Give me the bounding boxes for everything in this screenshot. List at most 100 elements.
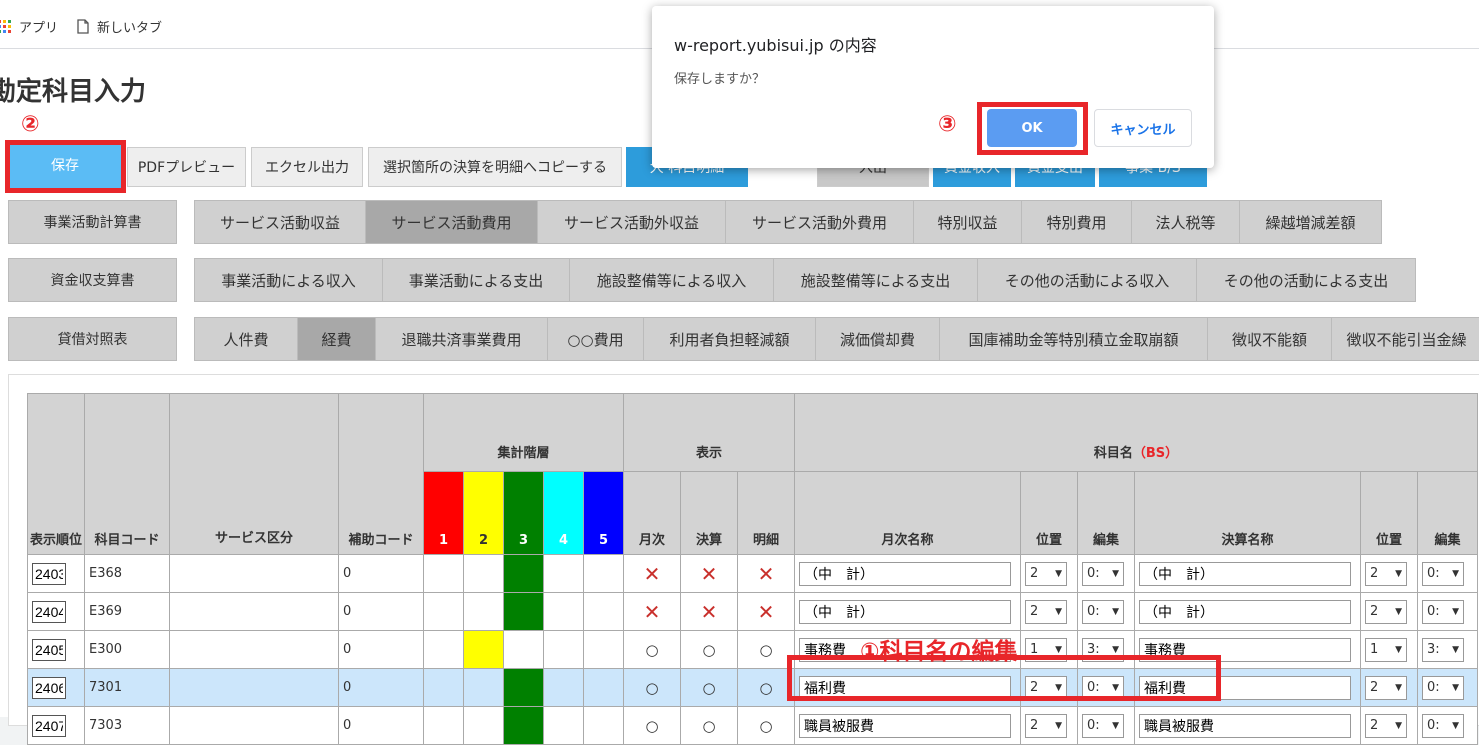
settlement-edit-cell: 0: ▼ (1417, 592, 1478, 631)
table-row[interactable]: E3690✕✕✕2▼0:▼2▼0:▼ (27, 592, 1478, 631)
settlement-name-input[interactable] (1139, 561, 1351, 586)
detail-toggle[interactable]: ✕ (737, 554, 795, 593)
tab-non-service-expense[interactable]: サービス活動外費用 (726, 200, 914, 244)
nav-label-balance-sheet[interactable]: 貸借対照表 (8, 317, 177, 361)
settlement-position-select[interactable]: 2 ▼ (1365, 675, 1407, 700)
monthly-edit-select[interactable]: 0: ▼ (1082, 713, 1124, 738)
chevron-down-icon: ▼ (1395, 606, 1402, 617)
header-settlement: 決算 (680, 471, 738, 555)
tab-retirement[interactable]: 退職共済事業費用 (376, 317, 548, 361)
settlement-toggle[interactable]: ○ (680, 668, 738, 707)
monthly-toggle[interactable]: ○ (623, 630, 681, 669)
tab-uncollectible-reserve[interactable]: 徴収不能引当金繰 (1332, 317, 1479, 361)
tab-oo-cost[interactable]: ○○費用 (548, 317, 644, 361)
monthly-toggle[interactable]: ○ (623, 668, 681, 707)
table-row[interactable]: 73030○○○2▼0:▼2▼0:▼ (27, 706, 1478, 745)
detail-toggle[interactable]: ✕ (737, 592, 795, 631)
settlement-edit-select[interactable]: 0: ▼ (1422, 561, 1464, 586)
tab-non-service-revenue[interactable]: サービス活動外収益 (538, 200, 726, 244)
settlement-edit-select[interactable]: 0: ▼ (1422, 675, 1464, 700)
monthly-edit-select[interactable]: 0: ▼ (1082, 561, 1124, 586)
tab-depreciation[interactable]: 減価償却費 (816, 317, 940, 361)
chevron-down-icon: ▼ (1055, 606, 1062, 617)
circle-icon: ○ (702, 716, 716, 735)
detail-toggle[interactable]: ○ (737, 668, 795, 707)
confirm-dialog: w-report.yubisui.jp の内容 保存しますか？ ③ OK キャン… (652, 6, 1214, 168)
settlement-toggle[interactable]: ✕ (680, 554, 738, 593)
settlement-position-select-value: 2 (1370, 604, 1379, 619)
order-input[interactable] (32, 676, 66, 699)
monthly-edit-select-value: 0: (1087, 718, 1100, 733)
table-row[interactable]: 73010○○○2▼0:▼2▼0:▼ (27, 668, 1478, 707)
monthly-toggle[interactable]: ✕ (623, 592, 681, 631)
monthly-edit-select[interactable]: 0: ▼ (1082, 599, 1124, 624)
nav-label-activity-statement[interactable]: 事業活動計算書 (8, 200, 177, 244)
tab-corporate-tax[interactable]: 法人税等 (1132, 200, 1240, 244)
settlement-position-select[interactable]: 1 ▼ (1365, 637, 1407, 662)
monthly-name-input[interactable] (799, 713, 1011, 738)
tab-service-revenue[interactable]: サービス活動収益 (194, 200, 366, 244)
monthly-position-select[interactable]: 2 ▼ (1025, 599, 1067, 624)
monthly-position-select[interactable]: 2 ▼ (1025, 713, 1067, 738)
detail-toggle[interactable]: ○ (737, 630, 795, 669)
settlement-position-select[interactable]: 2 ▼ (1365, 713, 1407, 738)
monthly-position-select[interactable]: 2 ▼ (1025, 561, 1067, 586)
excel-export-button[interactable]: エクセル出力 (251, 147, 363, 187)
header-level-3: 3 (503, 471, 544, 555)
monthly-position-cell: 2 ▼ (1020, 554, 1078, 593)
tab-expenses[interactable]: 経費 (298, 317, 376, 361)
monthly-name-input[interactable] (799, 599, 1011, 624)
settlement-edit-select[interactable]: 0: ▼ (1422, 713, 1464, 738)
order-input[interactable] (32, 600, 66, 623)
settlement-position-select[interactable]: 2 ▼ (1365, 599, 1407, 624)
settlement-position-select[interactable]: 2 ▼ (1365, 561, 1407, 586)
settlement-edit-select[interactable]: 3: ▼ (1422, 637, 1464, 662)
settlement-edit-select[interactable]: 0: ▼ (1422, 599, 1464, 624)
bookmark-apps[interactable]: アプリ (0, 17, 58, 36)
tab-uncollectible[interactable]: 徴収不能額 (1208, 317, 1332, 361)
settlement-toggle[interactable]: ○ (680, 706, 738, 745)
tab-personnel[interactable]: 人件費 (194, 317, 298, 361)
monthly-edit-select-value: 0: (1087, 566, 1100, 581)
settlement-toggle[interactable]: ✕ (680, 592, 738, 631)
monthly-name-input[interactable] (799, 561, 1011, 586)
settlement-toggle[interactable]: ○ (680, 630, 738, 669)
settlement-position-select-value: 1 (1370, 642, 1379, 657)
level-4-cell (543, 706, 584, 745)
cancel-button[interactable]: キャンセル (1094, 109, 1192, 147)
tab-other-expense[interactable]: その他の活動による支出 (1197, 258, 1416, 302)
tab-carryover-change[interactable]: 繰越増減差額 (1240, 200, 1382, 244)
tab-subsidy-reserve[interactable]: 国庫補助金等特別積立金取崩額 (940, 317, 1208, 361)
tab-operating-income[interactable]: 事業活動による収入 (194, 258, 383, 302)
order-input[interactable] (32, 638, 66, 661)
tab-user-burden[interactable]: 利用者負担軽減額 (644, 317, 816, 361)
tab-other-income[interactable]: その他の活動による収入 (978, 258, 1197, 302)
header-level-4: 4 (543, 471, 584, 555)
level-3-cell (503, 630, 544, 669)
copy-selection-button[interactable]: 選択箇所の決算を明細へコピーする (368, 147, 622, 187)
pdf-preview-button[interactable]: PDFプレビュー (127, 147, 246, 187)
tab-facility-income[interactable]: 施設整備等による収入 (570, 258, 774, 302)
detail-toggle[interactable]: ○ (737, 706, 795, 745)
bookmark-new-tab[interactable]: 新しいタブ (77, 17, 162, 36)
level-3-cell (503, 706, 544, 745)
settlement-name-input[interactable] (1139, 599, 1351, 624)
monthly-toggle[interactable]: ○ (623, 706, 681, 745)
tab-special-revenue[interactable]: 特別収益 (914, 200, 1022, 244)
monthly-toggle[interactable]: ✕ (623, 554, 681, 593)
header-settlement-position: 位置 (1360, 471, 1418, 555)
settlement-edit-select-value: 0: (1427, 566, 1440, 581)
order-input[interactable] (32, 562, 66, 585)
nav-label-fund-statement[interactable]: 資金収支算書 (8, 258, 177, 302)
level-1-cell (423, 592, 464, 631)
settlement-name-input[interactable] (1139, 713, 1351, 738)
order-input[interactable] (32, 714, 66, 737)
table-row[interactable]: E3000○○○1▼3:▼1▼3:▼ (27, 630, 1478, 669)
tab-facility-expense[interactable]: 施設整備等による支出 (774, 258, 978, 302)
tab-service-expense[interactable]: サービス活動費用 (366, 200, 538, 244)
table-row[interactable]: E3680✕✕✕2▼0:▼2▼0:▼ (27, 554, 1478, 593)
tab-operating-expense[interactable]: 事業活動による支出 (383, 258, 570, 302)
circle-icon: ○ (645, 716, 659, 735)
cross-icon: ✕ (643, 561, 661, 586)
tab-special-expense[interactable]: 特別費用 (1022, 200, 1132, 244)
